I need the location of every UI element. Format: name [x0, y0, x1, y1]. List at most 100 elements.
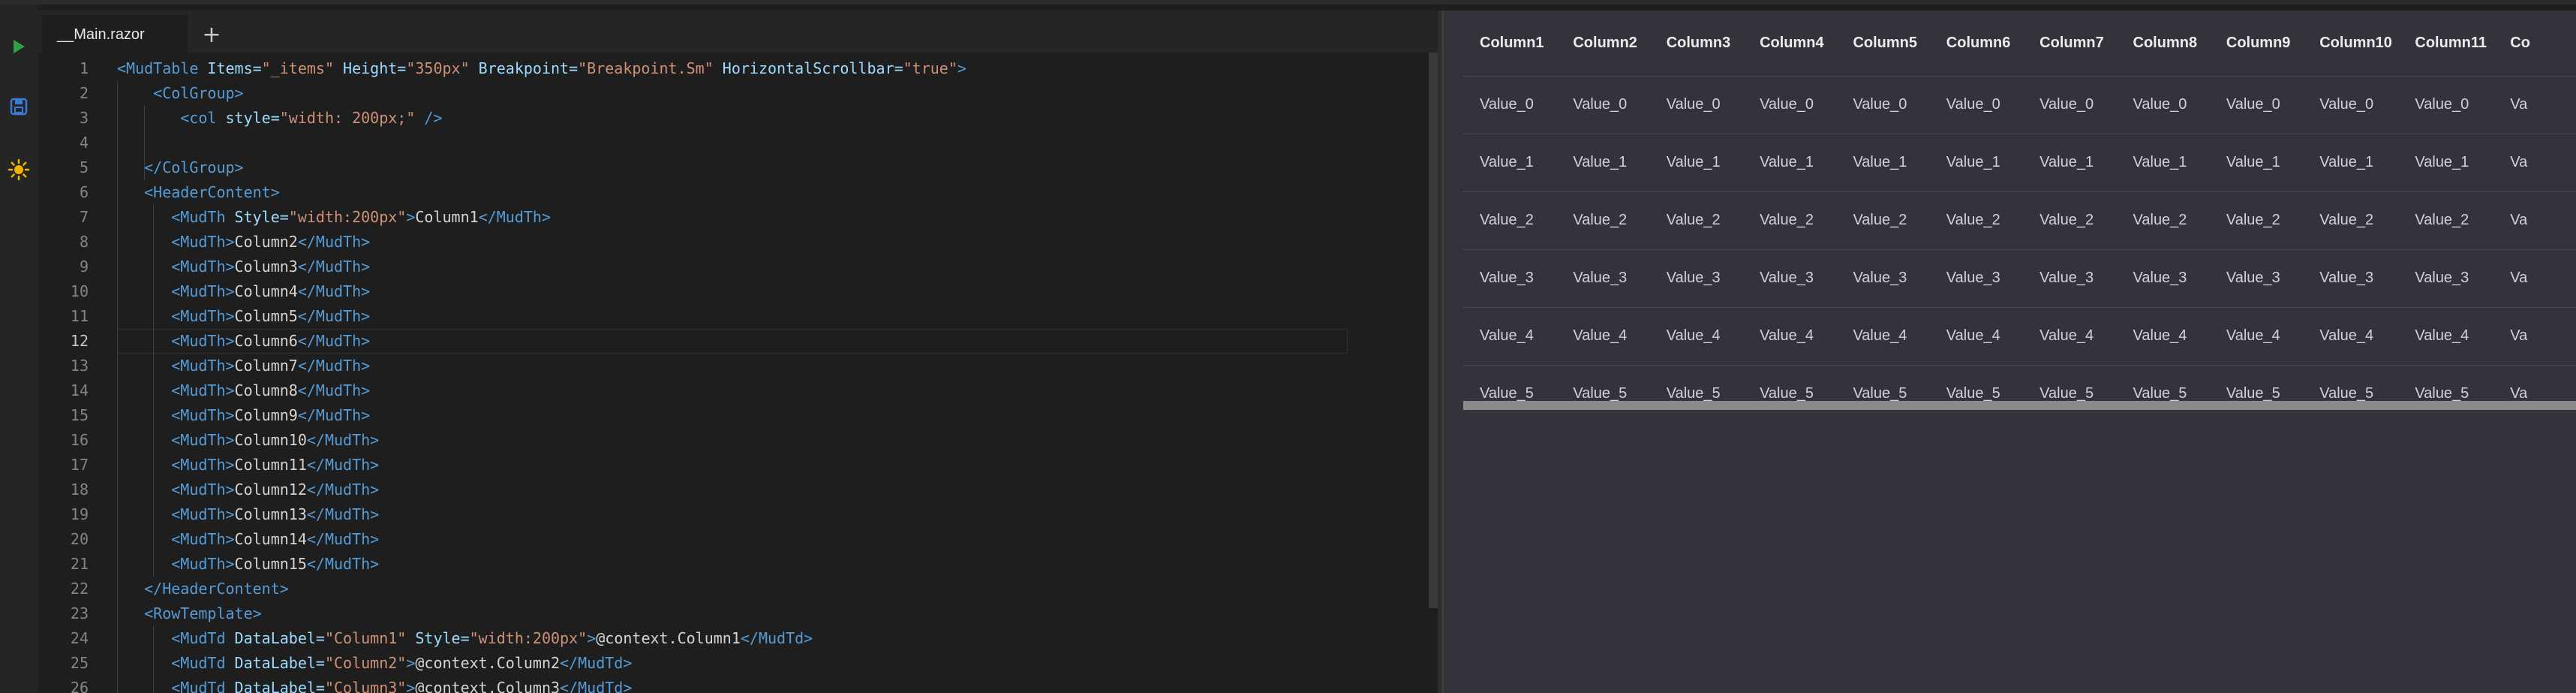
plus-icon: + — [202, 21, 221, 48]
code-line[interactable]: <MudTh>Column3</MudTh> — [117, 255, 370, 279]
code-token: @context.Column2 — [415, 654, 561, 672]
table-body: Value_0 Value_0 Value_0 Value_0 Value_0 Value… — [1463, 76, 2576, 405]
code-line[interactable]: <MudTh>Column10</MudTh> — [117, 428, 379, 453]
code-line[interactable]: <MudTable Items="_items" Height="350px" … — [117, 56, 966, 81]
table-cell: Value_1 — [2398, 134, 2494, 192]
code-token: Column1 — [415, 208, 479, 226]
code-token: <MudTh> — [171, 456, 235, 474]
table-cell: Value_2 — [1649, 191, 1744, 250]
column-header: Column10 — [2303, 11, 2399, 77]
code-editor[interactable]: 1 2 3 4 5 6 7 8 9 10 11 12 13 14 15 16 17 18 19 20 21 22 23 24 2… — [38, 53, 1438, 693]
run-button[interactable] — [0, 32, 38, 62]
code-token: </MudTd> — [560, 654, 633, 672]
table-cell: Value_0 — [1649, 76, 1744, 134]
code-line[interactable]: <MudTh>Column11</MudTh> — [117, 453, 379, 478]
table-horizontal-scrollbar[interactable] — [1463, 401, 2576, 410]
table-cell: Value_4 — [2209, 307, 2304, 366]
table-cell: Value_3 — [2398, 249, 2494, 308]
code-line[interactable]: <MudTd DataLabel="Column2">@context.Colu… — [117, 651, 632, 676]
code-line[interactable]: <MudTh>Column9</MudTh> — [117, 403, 370, 428]
table-cell: Value_5 — [1929, 365, 2024, 405]
editor-scrollbar[interactable] — [1429, 53, 1438, 608]
table-cell: Va — [2493, 249, 2576, 308]
code-line[interactable]: <MudTh>Column4</MudTh> — [117, 279, 370, 304]
code-line[interactable]: <ColGroup> — [117, 81, 243, 106]
table-cell: Value_1 — [2209, 134, 2304, 192]
tab-main-razor[interactable]: __Main.razor — [42, 15, 188, 53]
line-number: 1 — [79, 59, 89, 77]
table-cell: Value_1 — [2303, 134, 2399, 192]
code-line[interactable]: <MudTh>Column2</MudTh> — [117, 230, 370, 255]
code-token: Style= — [234, 208, 289, 226]
code-line[interactable]: <MudTh>Column15</MudTh> — [117, 552, 379, 577]
code-line[interactable]: <col style="width: 200px;" /> — [117, 106, 442, 131]
table-cell: Va — [2493, 76, 2576, 134]
line-number: 9 — [79, 258, 89, 276]
table-row: Value_0 Value_0 Value_0 Value_0 Value_0 Value… — [1463, 76, 2576, 134]
table-cell: Value_0 — [2398, 76, 2494, 134]
table-cell: Value_4 — [1649, 307, 1744, 366]
line-number: 22 — [70, 580, 89, 598]
code-token: <HeaderContent> — [144, 183, 280, 201]
code-line[interactable]: <RowTemplate> — [117, 601, 262, 626]
add-tab-button[interactable]: + — [195, 18, 228, 51]
code-line[interactable]: <MudTh>Column8</MudTh> — [117, 378, 370, 403]
table-cell: Value_4 — [1556, 307, 1650, 366]
code-token: style= — [225, 109, 280, 127]
code-token: "_items" — [261, 59, 334, 77]
code-token: </MudTh> — [306, 481, 380, 499]
table-cell: Value_3 — [1743, 249, 1837, 308]
table-cell: Value_4 — [2303, 307, 2399, 366]
code-line[interactable]: <MudTh>Column5</MudTh> — [117, 304, 370, 329]
code-line[interactable]: <HeaderContent> — [117, 180, 280, 205]
code-token: <MudTh> — [171, 233, 235, 251]
code-line[interactable]: <MudTh>Column14</MudTh> — [117, 527, 379, 552]
line-number: 7 — [79, 208, 89, 226]
table-cell: Value_3 — [1556, 249, 1650, 308]
column-header: Column9 — [2209, 11, 2304, 77]
table-row: Value_1 Value_1 Value_1 Value_1 Value_1 Value… — [1463, 134, 2576, 192]
column-header: Column11 — [2398, 11, 2494, 77]
table-cell: Value_2 — [2116, 191, 2210, 250]
code-area[interactable]: <MudTable Items="_items" Height="350px" … — [117, 53, 1423, 693]
code-line[interactable]: </ColGroup> — [117, 155, 243, 180]
column-header: Column3 — [1649, 11, 1744, 77]
code-line[interactable]: <MudTd DataLabel="Column3">@context.Colu… — [117, 676, 632, 693]
pane-splitter-handle[interactable] — [1441, 11, 1444, 693]
code-token: > — [406, 208, 416, 226]
save-button[interactable] — [0, 92, 38, 122]
code-line[interactable]: <MudTh>Column7</MudTh> — [117, 354, 370, 378]
code-token: </MudTh> — [306, 505, 380, 523]
code-line[interactable]: <MudTh>Column6</MudTh> — [117, 329, 370, 354]
line-number: 13 — [70, 357, 89, 375]
table-cell: Value_3 — [1463, 249, 1557, 308]
code-token: @context.Column3 — [415, 679, 561, 693]
code-token: DataLabel= — [234, 654, 325, 672]
code-line[interactable]: <MudTh Style="width:200px">Column1</MudT… — [117, 205, 551, 230]
table-cell: Value_3 — [1836, 249, 1930, 308]
line-number: 3 — [79, 109, 89, 127]
table-cell: Value_5 — [2303, 365, 2399, 405]
table-cell: Value_0 — [2303, 76, 2399, 134]
column-header: Column2 — [1556, 11, 1650, 77]
code-line[interactable]: <MudTh>Column12</MudTh> — [117, 478, 379, 502]
column-header: Column1 — [1463, 11, 1557, 77]
code-token: </MudTh> — [297, 258, 371, 276]
code-token: Column7 — [234, 357, 298, 375]
table-cell: Value_3 — [2303, 249, 2399, 308]
theme-toggle-button[interactable] — [0, 155, 38, 185]
line-number: 16 — [70, 431, 89, 449]
code-token: <MudTh> — [171, 381, 235, 399]
table-cell: Va — [2493, 365, 2576, 405]
line-number: 11 — [70, 307, 89, 325]
code-token: </MudTh> — [297, 357, 371, 375]
code-token: Column12 — [234, 481, 307, 499]
code-line[interactable]: <MudTh>Column13</MudTh> — [117, 502, 379, 527]
code-line[interactable]: <MudTd DataLabel="Column1" Style="width:… — [117, 626, 813, 651]
code-line[interactable]: </HeaderContent> — [117, 577, 289, 601]
